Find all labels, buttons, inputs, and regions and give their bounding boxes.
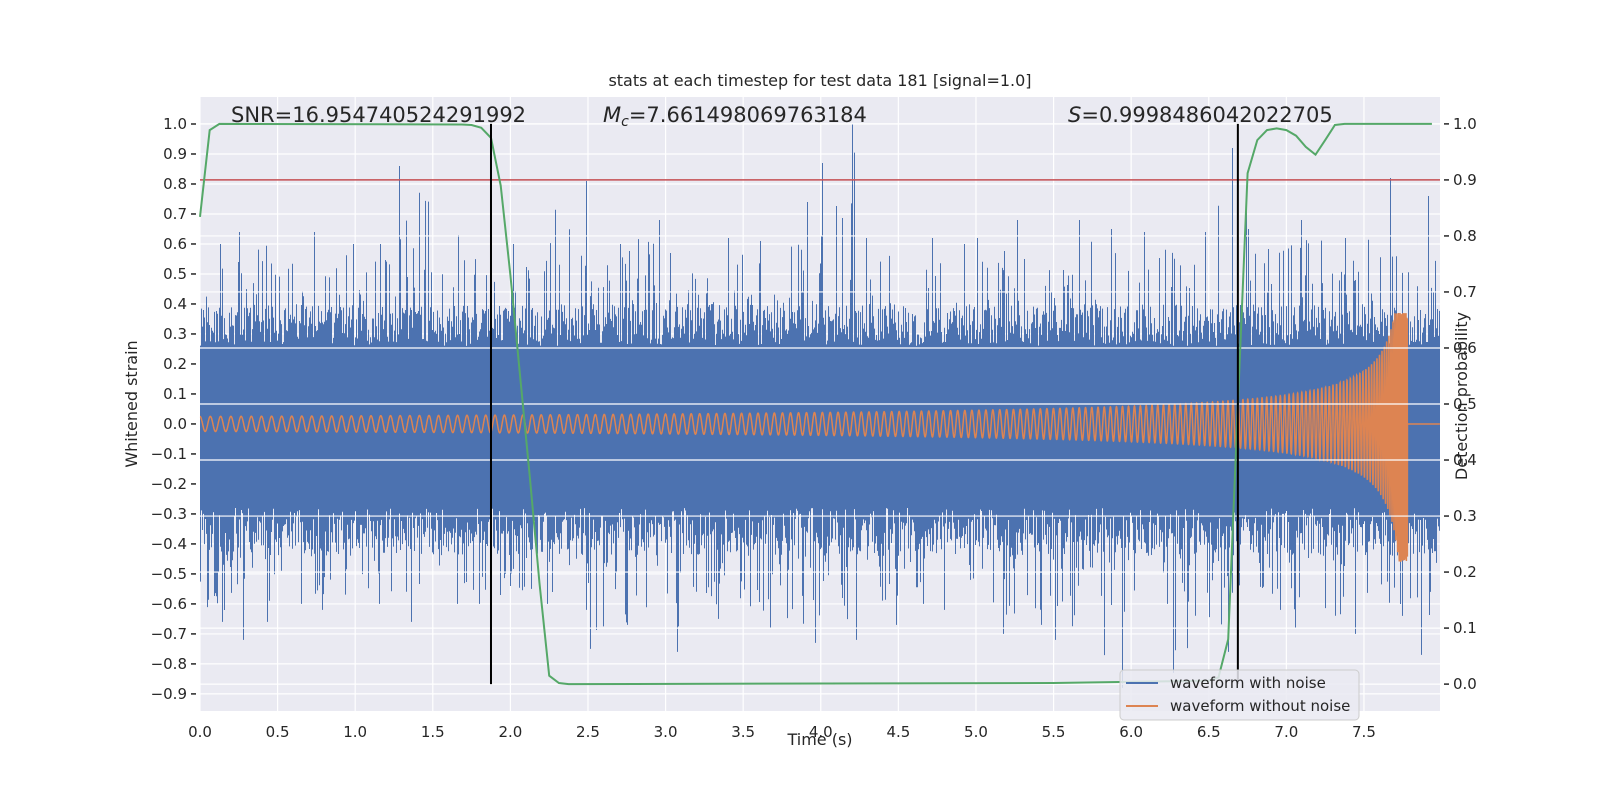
y-tick-label: −0.2: [151, 475, 187, 493]
y-right-tick-label: 0.9: [1453, 171, 1477, 189]
y-tick-label: 0.1: [163, 385, 187, 403]
mc-symbol: M: [603, 103, 621, 127]
y-tick-label: −0.5: [151, 565, 187, 583]
y-tick-label: 0.2: [163, 355, 187, 373]
x-tick-label: 7.0: [1274, 723, 1298, 741]
x-tick-label: 6.0: [1119, 723, 1143, 741]
y-right-tick-label: 0.2: [1453, 563, 1477, 581]
s-annotation: S=0.9998486042022705: [1068, 103, 1333, 127]
y-tick-label: 0.4: [163, 295, 187, 313]
x-tick-label: 2.5: [576, 723, 600, 741]
y-right-tick-label: 1.0: [1453, 115, 1477, 133]
y-tick-label: 0.0: [163, 415, 187, 433]
y-right-tick-label: 0.3: [1453, 507, 1477, 525]
y-tick-label: −0.6: [151, 595, 187, 613]
y-right-tick-label: 0.1: [1453, 619, 1477, 637]
y-tick-label: 0.8: [163, 175, 187, 193]
snr-annotation: SNR=16.954740524291992: [231, 103, 526, 127]
chart: 0.0 0.5 1.0 1.5 2.0 2.5 3.0 3.5 4.0 4.5 5.0 5.5 6.0 6…: [122, 71, 1477, 749]
y-tick-label: 0.7: [163, 205, 187, 223]
y-tick-label: −0.3: [151, 505, 187, 523]
x-tick-label: 6.5: [1197, 723, 1221, 741]
y-tick-label: 0.9: [163, 145, 187, 163]
y-tick-label: −0.8: [151, 655, 187, 673]
x-tick-label: 2.0: [498, 723, 522, 741]
y-right-tick-label: 0.8: [1453, 227, 1477, 245]
x-tick-label: 0.0: [188, 723, 212, 741]
y-tick-label: 1.0: [163, 115, 187, 133]
x-axis-label: Time (s): [786, 730, 852, 749]
y-tick-label: −0.9: [151, 685, 187, 703]
y-tick-label: 0.3: [163, 325, 187, 343]
x-tick-label: 0.5: [266, 723, 290, 741]
x-tick-label: 5.0: [964, 723, 988, 741]
x-tick-label: 4.5: [886, 723, 910, 741]
y-right-tick-label: 0.0: [1453, 675, 1477, 693]
x-tick-label: 3.0: [654, 723, 678, 741]
y-axis-label: Whitened strain: [122, 340, 141, 467]
x-tick-label: 1.0: [343, 723, 367, 741]
legend: waveform with noise waveform without noi…: [1119, 669, 1360, 721]
s-symbol: S: [1068, 103, 1081, 127]
x-tick-label: 7.5: [1352, 723, 1376, 741]
s-value: =0.9998486042022705: [1081, 103, 1332, 127]
legend-label-noisy: waveform with noise: [1170, 674, 1326, 692]
chart-title: stats at each timestep for test data 181…: [608, 71, 1031, 90]
y-tick-label: −0.1: [151, 445, 187, 463]
chirp-mass-annotation: Mc=7.661498069763184: [603, 103, 867, 130]
y-tick-label: −0.7: [151, 625, 187, 643]
y-tick-label: 0.5: [163, 265, 187, 283]
y-tick-label: −0.4: [151, 535, 187, 553]
legend-label-clean: waveform without noise: [1170, 697, 1350, 715]
y-right-axis-label: Detection probability: [1452, 312, 1471, 480]
x-tick-label: 1.5: [421, 723, 445, 741]
y-tick-label: 0.6: [163, 235, 187, 253]
x-tick-label: 3.5: [731, 723, 755, 741]
y-right-tick-label: 0.7: [1453, 283, 1477, 301]
mc-value: =7.661498069763184: [629, 103, 867, 127]
x-tick-label: 5.5: [1042, 723, 1066, 741]
y-axis-ticks: −0.9 −0.8 −0.7 −0.6 −0.5 −0.4 −0.3 −0.2 −0.1 0.0 0…: [151, 115, 196, 703]
x-axis-ticks: 0.0 0.5 1.0 1.5 2.0 2.5 3.0 3.5 4.0 4.5 5.0 5.5 6.0 6…: [188, 723, 1376, 741]
